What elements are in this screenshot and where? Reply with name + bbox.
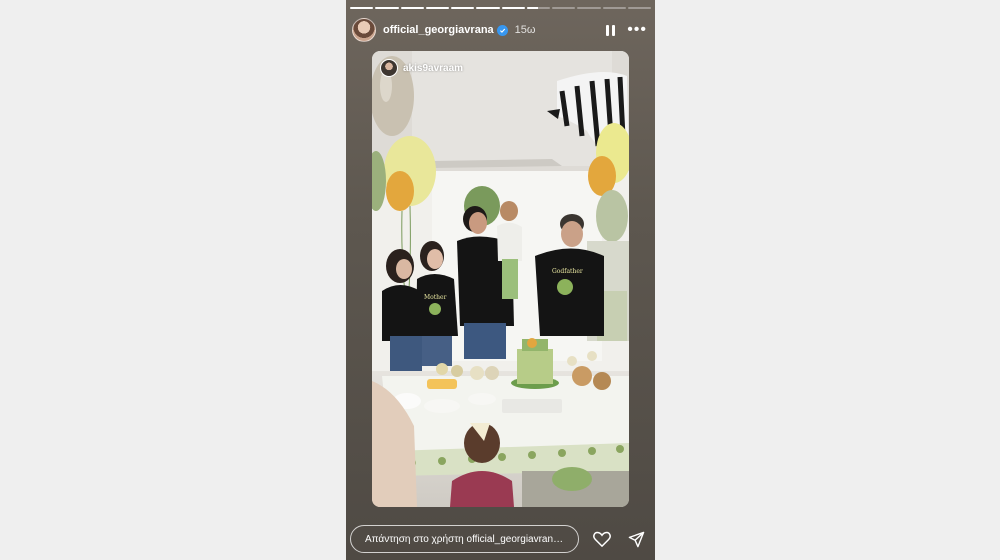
repost-attribution[interactable]: akis9avraam [380, 59, 463, 77]
send-icon[interactable] [625, 528, 647, 550]
progress-segment [476, 7, 500, 9]
pause-icon[interactable] [606, 24, 616, 36]
story-progress-bar [350, 7, 651, 9]
story-header: official_georgiavrana 15ω ••• [352, 16, 647, 44]
more-icon[interactable]: ••• [627, 22, 647, 38]
heart-icon[interactable] [591, 528, 613, 550]
repost-username: akis9avraam [403, 62, 464, 74]
progress-segment [451, 7, 475, 9]
progress-segment [501, 7, 525, 9]
verified-badge-icon [496, 24, 508, 36]
shirt-text-mother: Mother [424, 294, 447, 301]
profile-avatar[interactable] [352, 18, 376, 42]
progress-segment [425, 7, 449, 9]
progress-segment [602, 7, 626, 9]
shirt-text-godfather: Godfather [552, 268, 583, 275]
story-photo: akis9avraam Mother Godfather [372, 51, 629, 507]
username[interactable]: official_georgiavrana [383, 24, 494, 36]
story-viewer[interactable]: official_georgiavrana 15ω ••• akis9avraa… [346, 0, 655, 560]
reply-input[interactable]: Απάντηση στο χρήστη official_georgiavran… [350, 525, 579, 553]
progress-segment [526, 7, 550, 9]
progress-segment [627, 7, 651, 9]
story-footer: Απάντηση στο χρήστη official_georgiavran… [350, 524, 647, 554]
progress-segment [350, 7, 374, 9]
party-scene: Mother Godfather [372, 51, 629, 507]
progress-segment [552, 7, 576, 9]
reply-placeholder: Απάντηση στο χρήστη official_georgiavran… [365, 533, 564, 545]
progress-segment [375, 7, 399, 9]
progress-segment [400, 7, 424, 9]
progress-segment [577, 7, 601, 9]
repost-avatar [380, 59, 398, 77]
post-time: 15ω [514, 24, 536, 36]
